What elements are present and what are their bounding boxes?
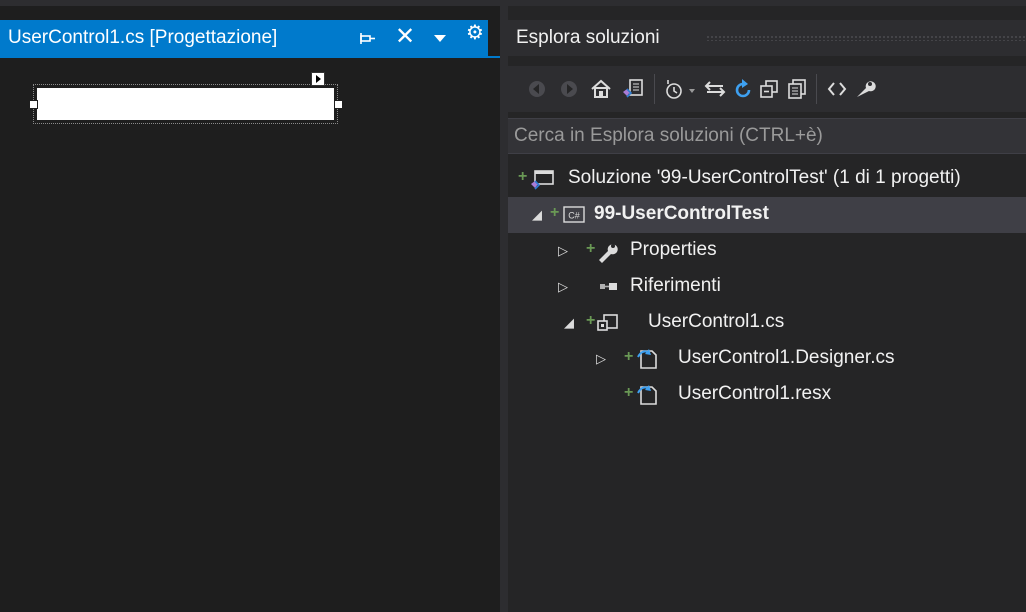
- solution-explorer-title: Esplora soluzioni: [516, 27, 660, 48]
- tree-item-label: 99-UserControlTest: [594, 203, 769, 224]
- search-input[interactable]: [514, 123, 1020, 149]
- tree-item-label: Riferimenti: [630, 275, 721, 296]
- close-tab-icon[interactable]: ✕: [394, 25, 416, 50]
- tree-item-label: Properties: [630, 239, 717, 260]
- tree-item-designer[interactable]: ▷ + UserControl1.Designer.cs: [508, 341, 1026, 377]
- added-plus-icon: +: [586, 312, 596, 329]
- toolbar-separator: [816, 74, 817, 104]
- designer-document: UserControl1.cs [Progettazione] ✕ ⚙: [0, 6, 500, 612]
- collapsed-arrow-icon[interactable]: ▷: [596, 351, 610, 367]
- tree-item-references[interactable]: ▷ Riferimenti: [508, 269, 1026, 305]
- solution-explorer: Esplora soluzioni Cerca in Esplora soluz…: [508, 6, 1026, 612]
- pane-splitter[interactable]: [500, 6, 508, 612]
- added-plus-icon: +: [586, 240, 596, 257]
- collapsed-arrow-icon[interactable]: ▷: [558, 279, 572, 295]
- search-box[interactable]: [508, 118, 1026, 154]
- tree-item-properties[interactable]: ▷ + Properties: [508, 233, 1026, 269]
- svg-text:C#: C#: [568, 211, 580, 221]
- csharp-project-icon: C#: [562, 203, 586, 227]
- tree-item-label: Soluzione '99-UserControlTest' (1 di 1 p…: [568, 167, 961, 188]
- usercontrol-file-icon: [596, 311, 620, 335]
- home-icon[interactable]: [590, 78, 612, 100]
- solution-icon: [530, 167, 554, 191]
- collapse-all-icon[interactable]: [758, 78, 780, 100]
- forward-icon[interactable]: [558, 78, 580, 100]
- added-plus-icon: +: [518, 168, 528, 185]
- solution-explorer-titlebar[interactable]: Esplora soluzioni: [508, 20, 1026, 56]
- gear-icon[interactable]: ⚙: [466, 22, 488, 44]
- expanded-arrow-icon[interactable]: ◢: [532, 207, 546, 223]
- tree-item-solution[interactable]: + Soluzione '99-UserControlTest' (1 di 1…: [508, 161, 1026, 197]
- tree-item-label: UserControl1.resx: [678, 383, 832, 404]
- tree-item-project[interactable]: ◢ + C# 99-UserControlTest: [508, 197, 1026, 233]
- properties-icon[interactable]: [854, 78, 876, 100]
- added-plus-icon: +: [624, 348, 634, 365]
- code-file-icon: [636, 347, 660, 371]
- design-surface[interactable]: [0, 58, 500, 612]
- toolbar-separator: [654, 74, 655, 104]
- collapsed-arrow-icon[interactable]: ▷: [558, 243, 572, 259]
- resize-handle-right[interactable]: [334, 100, 343, 109]
- added-plus-icon: +: [550, 204, 560, 221]
- tab-dropdown-icon[interactable]: [432, 30, 448, 46]
- document-tab-strip: UserControl1.cs [Progettazione] ✕ ⚙: [0, 6, 500, 58]
- tree-item-usercontrol[interactable]: ◢ + UserControl1.cs: [508, 305, 1026, 341]
- tree-item-resx[interactable]: + UserControl1.resx: [508, 377, 1026, 413]
- pin-tab-icon[interactable]: [358, 29, 376, 47]
- pending-changes-filter-icon[interactable]: [664, 78, 698, 100]
- tree-item-label: UserControl1.cs: [648, 311, 785, 332]
- usercontrol-preview[interactable]: [37, 88, 334, 120]
- tab-usercontrol1-designer[interactable]: UserControl1.cs [Progettazione] ✕: [0, 20, 488, 56]
- resource-file-icon: [636, 383, 660, 407]
- show-all-files-icon[interactable]: [786, 78, 808, 100]
- solution-explorer-toolbar: [508, 66, 1026, 112]
- tab-title: UserControl1.cs [Progettazione]: [8, 27, 278, 48]
- resize-handle-left[interactable]: [29, 100, 38, 109]
- expanded-arrow-icon[interactable]: ◢: [564, 315, 578, 331]
- switch-views-icon[interactable]: [622, 78, 644, 100]
- refresh-icon[interactable]: [732, 78, 754, 100]
- smart-tag-icon[interactable]: [311, 72, 325, 86]
- titlebar-grip: [706, 35, 1026, 41]
- wrench-icon: [596, 239, 620, 263]
- back-icon[interactable]: [526, 78, 548, 100]
- added-plus-icon: +: [624, 384, 634, 401]
- references-icon: [596, 275, 620, 299]
- view-code-icon[interactable]: [826, 78, 848, 100]
- sync-with-active-document-icon[interactable]: [704, 78, 726, 100]
- tree-item-label: UserControl1.Designer.cs: [678, 347, 895, 368]
